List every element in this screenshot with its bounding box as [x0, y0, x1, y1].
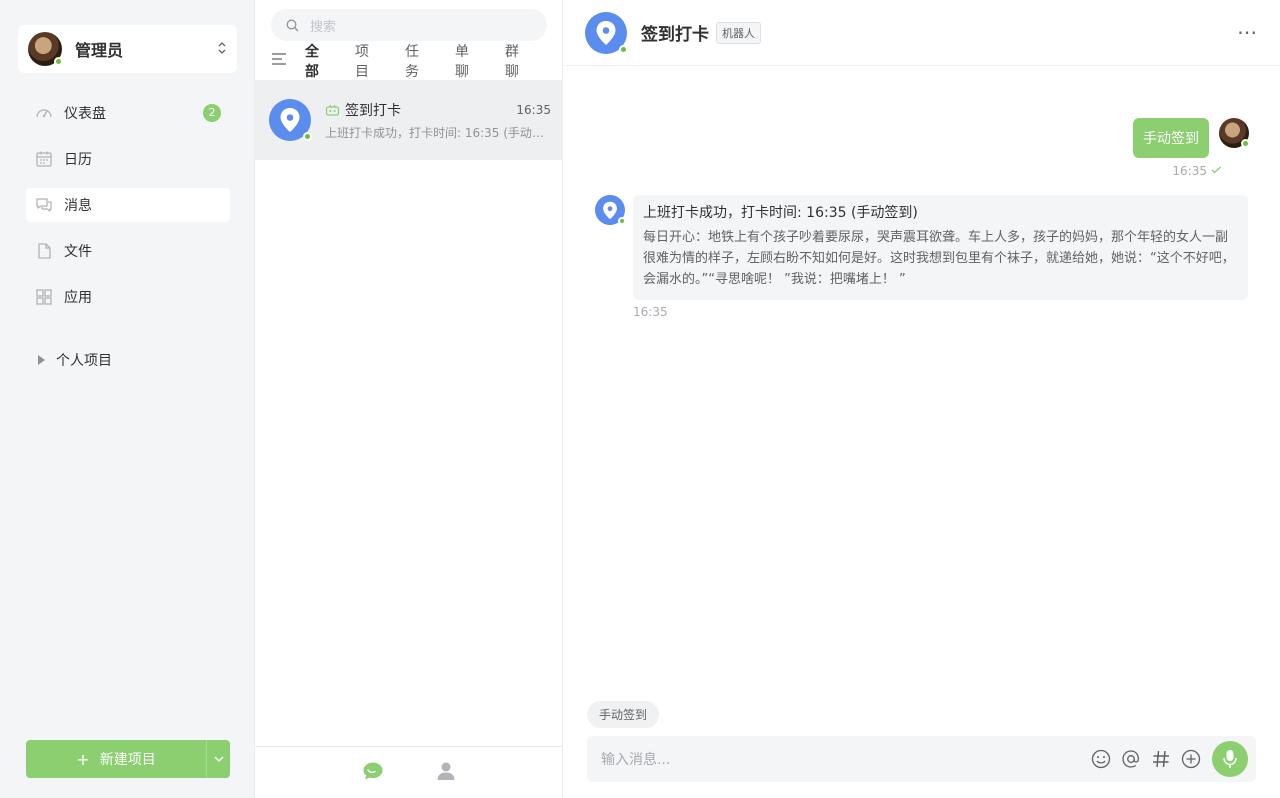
- nav-label: 文件: [64, 244, 92, 260]
- read-check-icon: [1211, 166, 1222, 177]
- bot-avatar: [269, 99, 312, 141]
- more-options-icon[interactable]: ⋯: [1237, 20, 1258, 44]
- tab-tasks[interactable]: 任务: [405, 41, 431, 81]
- online-status-dot: [1241, 139, 1250, 148]
- outgoing-time-text: 16:35: [1172, 164, 1207, 178]
- chat-bubbles-icon[interactable]: [362, 761, 384, 785]
- nav-item-dashboard[interactable]: 仪表盘 2: [26, 96, 230, 130]
- search-icon: [286, 19, 299, 31]
- voice-button[interactable]: [1212, 741, 1248, 777]
- new-project-control: + 新建项目: [26, 740, 230, 778]
- nav-label: 日历: [64, 152, 92, 168]
- user-switcher[interactable]: 管理员: [18, 25, 237, 73]
- conversation-preview: 上班打卡成功，打卡时间: 16:35 (手动签到): [325, 125, 551, 140]
- sidebar: 管理员 仪表盘 2 日历 消息 文件 应用 个人项目 + 新建项目: [0, 0, 255, 798]
- caret-right-icon: [38, 355, 45, 365]
- message-input[interactable]: 输入消息...: [587, 736, 1256, 782]
- nav-label: 应用: [64, 290, 92, 306]
- menu-icon[interactable]: [271, 53, 287, 69]
- user-avatar: [28, 32, 63, 66]
- message-icon: [35, 196, 53, 214]
- incoming-bubble: 上班打卡成功，打卡时间: 16:35 (手动签到) 每日开心：地铁上有个孩子吵着…: [633, 195, 1248, 300]
- search-placeholder: 搜索: [310, 19, 337, 35]
- robot-icon: [325, 104, 340, 116]
- tab-direct[interactable]: 单聊: [455, 41, 481, 81]
- sender-avatar[interactable]: [1219, 118, 1250, 148]
- incoming-title: 上班打卡成功，打卡时间: 16:35 (手动签到): [643, 205, 918, 221]
- outgoing-bubble: 手动签到: [1133, 118, 1209, 158]
- online-status-dot: [54, 57, 63, 66]
- new-project-label: 新建项目: [99, 752, 156, 768]
- emoji-icon[interactable]: [1090, 748, 1112, 770]
- unread-badge: 2: [203, 104, 221, 122]
- mention-icon[interactable]: [1120, 748, 1142, 770]
- project-group-toggle[interactable]: 个人项目: [38, 350, 112, 370]
- conversation-time: 16:35: [516, 102, 551, 117]
- incoming-message: 上班打卡成功，打卡时间: 16:35 (手动签到) 每日开心：地铁上有个孩子吵着…: [595, 195, 1248, 300]
- outgoing-time: 16:35: [1172, 164, 1222, 178]
- hashtag-icon[interactable]: [1150, 748, 1172, 770]
- location-pin-icon: [280, 108, 300, 132]
- tab-groups[interactable]: 群聊: [505, 41, 531, 81]
- project-group-label: 个人项目: [56, 353, 112, 369]
- incoming-time: 16:35: [633, 305, 668, 319]
- conversation-panel: 搜索 全部 项目 任务 单聊 群聊 签到打卡 16:35 上班打卡成功，打卡时间…: [255, 0, 563, 798]
- search-input[interactable]: 搜索: [271, 9, 547, 41]
- user-name: 管理员: [75, 41, 124, 60]
- outgoing-message: 手动签到: [1133, 118, 1250, 158]
- new-project-button[interactable]: + 新建项目: [26, 740, 206, 778]
- chat-title: 签到打卡: [641, 25, 709, 45]
- plus-icon: +: [76, 749, 90, 769]
- chevron-down-icon: [214, 756, 223, 762]
- location-pin-icon: [603, 201, 617, 219]
- chevron-updown-icon: [217, 40, 227, 58]
- apps-icon: [35, 288, 53, 306]
- nav-item-calendar[interactable]: 日历: [26, 142, 230, 176]
- chat-bot-avatar[interactable]: [585, 11, 628, 54]
- nav-label: 仪表盘: [64, 106, 106, 122]
- bot-avatar[interactable]: [595, 195, 626, 225]
- tab-all[interactable]: 全部: [305, 41, 331, 81]
- conversation-body: 签到打卡 16:35 上班打卡成功，打卡时间: 16:35 (手动签到): [325, 100, 551, 141]
- message-placeholder: 输入消息...: [601, 752, 671, 768]
- bot-tag: 机器人: [716, 21, 761, 44]
- online-status-dot: [303, 132, 312, 141]
- online-status-dot: [619, 44, 628, 54]
- chat-panel: 签到打卡 机器人 ⋯ 手动签到 16:35 上班打卡成功，打卡时间: 16:35…: [563, 0, 1280, 798]
- quick-reply-chip[interactable]: 手动签到: [587, 701, 660, 728]
- conversation-item[interactable]: 签到打卡 16:35 上班打卡成功，打卡时间: 16:35 (手动签到): [255, 80, 562, 160]
- online-status-dot: [618, 217, 626, 225]
- new-project-dropdown[interactable]: [206, 740, 230, 778]
- conversation-tabs: 全部 项目 任务 单聊 群聊: [271, 44, 555, 80]
- location-pin-icon: [596, 20, 616, 45]
- bottom-nav: [255, 746, 562, 798]
- file-icon: [35, 242, 53, 260]
- contacts-icon[interactable]: [436, 761, 456, 785]
- add-circle-icon[interactable]: [1180, 748, 1202, 770]
- nav-item-files[interactable]: 文件: [26, 234, 230, 268]
- microphone-icon: [1223, 750, 1237, 768]
- nav-item-apps[interactable]: 应用: [26, 280, 230, 314]
- chat-header: 签到打卡 机器人 ⋯: [563, 0, 1280, 66]
- incoming-body: 每日开心：地铁上有个孩子吵着要尿尿，哭声震耳欲聋。车上人多，孩子的妈妈，那个年轻…: [643, 230, 1235, 287]
- main-nav: 仪表盘 2 日历 消息 文件 应用: [26, 96, 230, 326]
- calendar-icon: [35, 150, 53, 168]
- nav-label: 消息: [64, 198, 92, 214]
- dashboard-icon: [35, 104, 53, 122]
- nav-item-messages[interactable]: 消息: [26, 188, 230, 222]
- tab-projects[interactable]: 项目: [355, 41, 381, 81]
- conversation-name: 签到打卡: [345, 102, 401, 119]
